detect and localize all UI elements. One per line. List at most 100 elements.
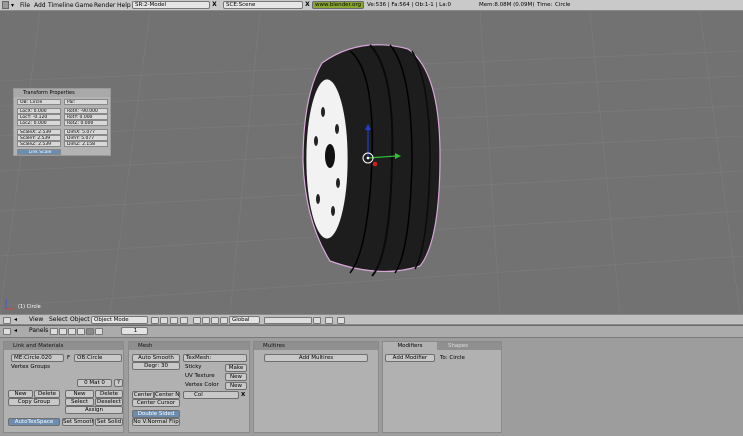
material-index-field[interactable]: 0 Mat 0 — [77, 379, 112, 387]
rotate-icon[interactable] — [211, 317, 219, 324]
menu-game[interactable]: Game — [75, 1, 93, 10]
menu-add[interactable]: Add — [34, 1, 46, 10]
add-modifier-button[interactable]: Add Modifier — [385, 354, 435, 362]
shading-icon[interactable] — [160, 317, 168, 324]
mesh-panel: Mesh Auto Smooth Degr: 30 TexMesh: Stick… — [128, 341, 250, 433]
menu-collapse-icon[interactable]: ▾ — [11, 1, 14, 10]
pivot-icon[interactable] — [170, 317, 178, 324]
sticky-make-button[interactable]: Make — [225, 364, 247, 372]
set-solid-button[interactable]: Set Solid — [95, 418, 123, 426]
material-delete-button[interactable]: Delete — [95, 390, 123, 398]
render-preview-icon[interactable] — [325, 317, 333, 324]
uv-texture-new-button[interactable]: New — [225, 373, 247, 381]
mesh-panel-title: Mesh — [129, 342, 249, 350]
smooth-degree-field[interactable]: Degr: 30 — [132, 362, 180, 370]
active-object-name: Circle — [555, 2, 571, 8]
uv-texture-label: UV Texture — [185, 373, 215, 379]
link-scale-button[interactable]: Link Scale — [17, 149, 61, 155]
material-select-button[interactable]: Select — [65, 398, 94, 406]
manipulator-toggle-icon[interactable] — [193, 317, 201, 324]
center-new-button[interactable]: Center New — [154, 391, 180, 399]
buttons-header-collapse-icon[interactable]: ◂ — [14, 327, 17, 335]
no-vnormal-flip-toggle[interactable]: No V.Normal Flip — [132, 418, 180, 426]
translate-icon[interactable] — [202, 317, 210, 324]
menu-render[interactable]: Render — [94, 1, 115, 10]
set-smooth-button[interactable]: Set Smooth — [62, 418, 94, 426]
vertex-color-new-button[interactable]: New — [225, 382, 247, 390]
modifiers-panel: Modifiers Shapes Add Modifier To: Circle — [382, 341, 502, 433]
object-name-field[interactable]: OB:Circle — [74, 354, 122, 362]
center-button[interactable]: Center — [132, 391, 154, 399]
menu-help[interactable]: Help — [117, 1, 131, 10]
autotexspace-toggle[interactable]: AutoTexSpace — [8, 418, 60, 426]
draw-type-icon[interactable] — [151, 317, 159, 324]
locz-field[interactable]: LocZ: 0.000 — [17, 120, 61, 126]
select-menu[interactable]: Select — [49, 316, 68, 324]
center-cursor-button[interactable]: Center Cursor — [132, 399, 180, 407]
blender-url-badge[interactable]: www.blender.org 249.2 — [312, 1, 364, 9]
buttons-panels-area: Link and Materials ME:Circle.020 F OB:Ci… — [0, 338, 743, 436]
mode-selector[interactable]: Object Mode — [91, 316, 148, 324]
screen-delete-button[interactable]: X — [211, 1, 218, 9]
view-menu[interactable]: View — [29, 316, 43, 324]
scalez-field[interactable]: ScaleZ: 2.539 — [17, 141, 61, 147]
view-editor-type-icon[interactable] — [3, 317, 11, 324]
scene-context-icon[interactable] — [95, 328, 103, 335]
transform-parent-field[interactable]: Par: — [64, 99, 108, 105]
material-help-button[interactable]: ? — [114, 379, 123, 387]
object-context-icon[interactable] — [77, 328, 85, 335]
logic-context-icon[interactable] — [50, 328, 58, 335]
copy-group-button[interactable]: Copy Group — [8, 398, 60, 406]
lock-layers-icon[interactable] — [313, 317, 321, 324]
gizmo-x-axis[interactable] — [372, 161, 378, 167]
editing-context-icon[interactable] — [86, 328, 94, 335]
add-multires-button[interactable]: Add Multires — [264, 354, 368, 362]
material-deselect-button[interactable]: Deselect — [95, 398, 123, 406]
material-new-button[interactable]: New — [65, 390, 94, 398]
scene-delete-button[interactable]: X — [304, 1, 311, 9]
transform-panel-title: Transform Properties — [14, 89, 110, 97]
auto-smooth-toggle[interactable]: Auto Smooth — [132, 354, 180, 362]
page-number-field[interactable]: 1 — [121, 327, 148, 335]
screen-selector[interactable]: SR:2-Model — [132, 1, 210, 9]
vertex-color-label: Vertex Color — [185, 382, 219, 388]
vertex-groups-label: Vertex Groups — [11, 364, 51, 370]
fake-user-toggle[interactable]: F — [67, 354, 70, 362]
scene-selector[interactable]: SCE:Scene — [223, 1, 303, 9]
tire-object[interactable] — [302, 44, 441, 277]
material-assign-button[interactable]: Assign — [65, 406, 123, 414]
layer-buttons[interactable] — [264, 317, 312, 324]
tab-shapes[interactable]: Shapes — [438, 342, 478, 350]
rotz-field[interactable]: RotZ: 0.000 — [64, 120, 108, 126]
dimz-field[interactable]: DimZ: 2.158 — [64, 141, 108, 147]
orientation-selector[interactable]: Global — [229, 316, 260, 324]
menu-timeline[interactable]: Timeline — [48, 1, 74, 10]
vertex-color-layer-field[interactable]: Col — [183, 391, 239, 399]
vgroup-delete-button[interactable]: Delete — [34, 390, 60, 398]
link-materials-title: Link and Materials — [4, 342, 123, 350]
align-icon[interactable] — [180, 317, 188, 324]
modifier-target-label: To: Circle — [440, 355, 465, 361]
vertex-color-delete-icon[interactable]: X — [241, 391, 245, 399]
3d-view-header: ◂ View Select Object Object Mode Global — [0, 314, 743, 325]
vgroup-new-button[interactable]: New — [8, 390, 33, 398]
double-sided-toggle[interactable]: Double Sided — [132, 410, 180, 418]
shading-context-icon[interactable] — [68, 328, 76, 335]
buttons-editor-type-icon[interactable] — [3, 328, 11, 335]
scale-icon[interactable] — [220, 317, 228, 324]
tab-modifiers[interactable]: Modifiers — [383, 342, 437, 350]
script-context-icon[interactable] — [59, 328, 67, 335]
view-axis-icon — [5, 299, 14, 310]
editor-type-icon[interactable] — [2, 1, 9, 9]
viewport-canvas — [0, 11, 743, 314]
link-materials-panel: Link and Materials ME:Circle.020 F OB:Ci… — [3, 341, 124, 433]
3d-viewport[interactable]: (1) Circle Transform Properties OB: Circ… — [0, 11, 743, 314]
header-collapse-icon[interactable]: ◂ — [14, 316, 17, 324]
transform-object-name-field[interactable]: OB: Circle — [17, 99, 61, 105]
menu-file[interactable]: File — [20, 1, 30, 10]
texmesh-field[interactable]: TexMesh: — [183, 354, 247, 362]
mesh-name-field[interactable]: ME:Circle.020 — [11, 354, 64, 362]
object-menu[interactable]: Object — [70, 316, 90, 324]
modifiers-tab-bar: Modifiers Shapes — [383, 342, 501, 350]
opengl-render-icon[interactable] — [337, 317, 345, 324]
